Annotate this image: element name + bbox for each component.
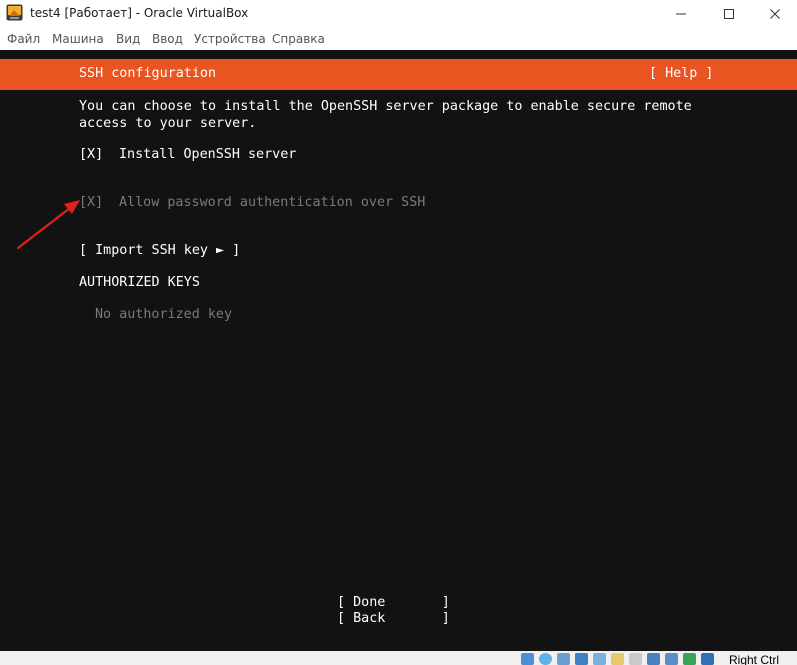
maximize-icon bbox=[724, 9, 734, 19]
keyboard-icon[interactable] bbox=[701, 653, 714, 665]
description-line-1: You can choose to install the OpenSSH se… bbox=[79, 99, 692, 114]
description-line-2: access to your server. bbox=[79, 116, 257, 131]
red-arrow-annotation bbox=[16, 200, 80, 250]
password-auth-label: Allow password authentication over SSH bbox=[119, 195, 426, 210]
usb-icon[interactable] bbox=[593, 653, 606, 665]
installer-header: SSH configuration [ Help ] bbox=[0, 59, 797, 90]
help-button[interactable]: [ Help ] bbox=[649, 66, 714, 81]
display-icon[interactable] bbox=[629, 653, 642, 665]
cpu-icon[interactable] bbox=[665, 653, 678, 665]
status-bar: Right Ctrl bbox=[0, 651, 797, 665]
install-openssh-checkbox[interactable]: [X] bbox=[79, 147, 103, 162]
maximize-button[interactable] bbox=[706, 0, 752, 28]
video-capture-icon[interactable] bbox=[647, 653, 660, 665]
menu-devices[interactable]: Устройства bbox=[194, 32, 266, 46]
shared-folders-icon[interactable] bbox=[611, 653, 624, 665]
window-titlebar: test4 [Работает] - Oracle VirtualBox bbox=[0, 0, 797, 28]
mouse-integration-icon[interactable] bbox=[683, 653, 696, 665]
virtualbox-vm-icon bbox=[6, 4, 23, 21]
close-icon bbox=[770, 9, 780, 19]
window-title: test4 [Работает] - Oracle VirtualBox bbox=[30, 6, 249, 20]
no-keys-text: No authorized key bbox=[95, 307, 233, 322]
page-title: SSH configuration bbox=[79, 66, 217, 81]
network-icon[interactable] bbox=[575, 653, 588, 665]
menu-view[interactable]: Вид bbox=[116, 32, 140, 46]
host-key-label: Right Ctrl bbox=[729, 653, 780, 665]
minimize-button[interactable] bbox=[658, 0, 704, 28]
hard-disk-icon[interactable] bbox=[521, 653, 534, 665]
menu-bar: Файл Машина Вид Ввод Устройства Справка bbox=[0, 28, 797, 50]
optical-drive-icon[interactable] bbox=[539, 653, 552, 665]
vm-display[interactable]: SSH configuration [ Help ] You can choos… bbox=[0, 50, 797, 651]
menu-input[interactable]: Ввод bbox=[152, 32, 183, 46]
authorized-keys-heading: AUTHORIZED KEYS bbox=[79, 275, 200, 290]
minimize-icon bbox=[676, 13, 686, 15]
install-openssh-label[interactable]: Install OpenSSH server bbox=[119, 147, 296, 162]
menu-machine[interactable]: Машина bbox=[52, 32, 104, 46]
import-ssh-key-button[interactable]: [ Import SSH key ► ] bbox=[79, 243, 240, 258]
menu-help[interactable]: Справка bbox=[272, 32, 325, 46]
back-button[interactable]: [ Back ] bbox=[337, 611, 450, 626]
menu-file[interactable]: Файл bbox=[7, 32, 40, 46]
audio-icon[interactable] bbox=[557, 653, 570, 665]
close-button[interactable] bbox=[752, 0, 797, 28]
done-button[interactable]: [ Done ] bbox=[337, 595, 450, 610]
